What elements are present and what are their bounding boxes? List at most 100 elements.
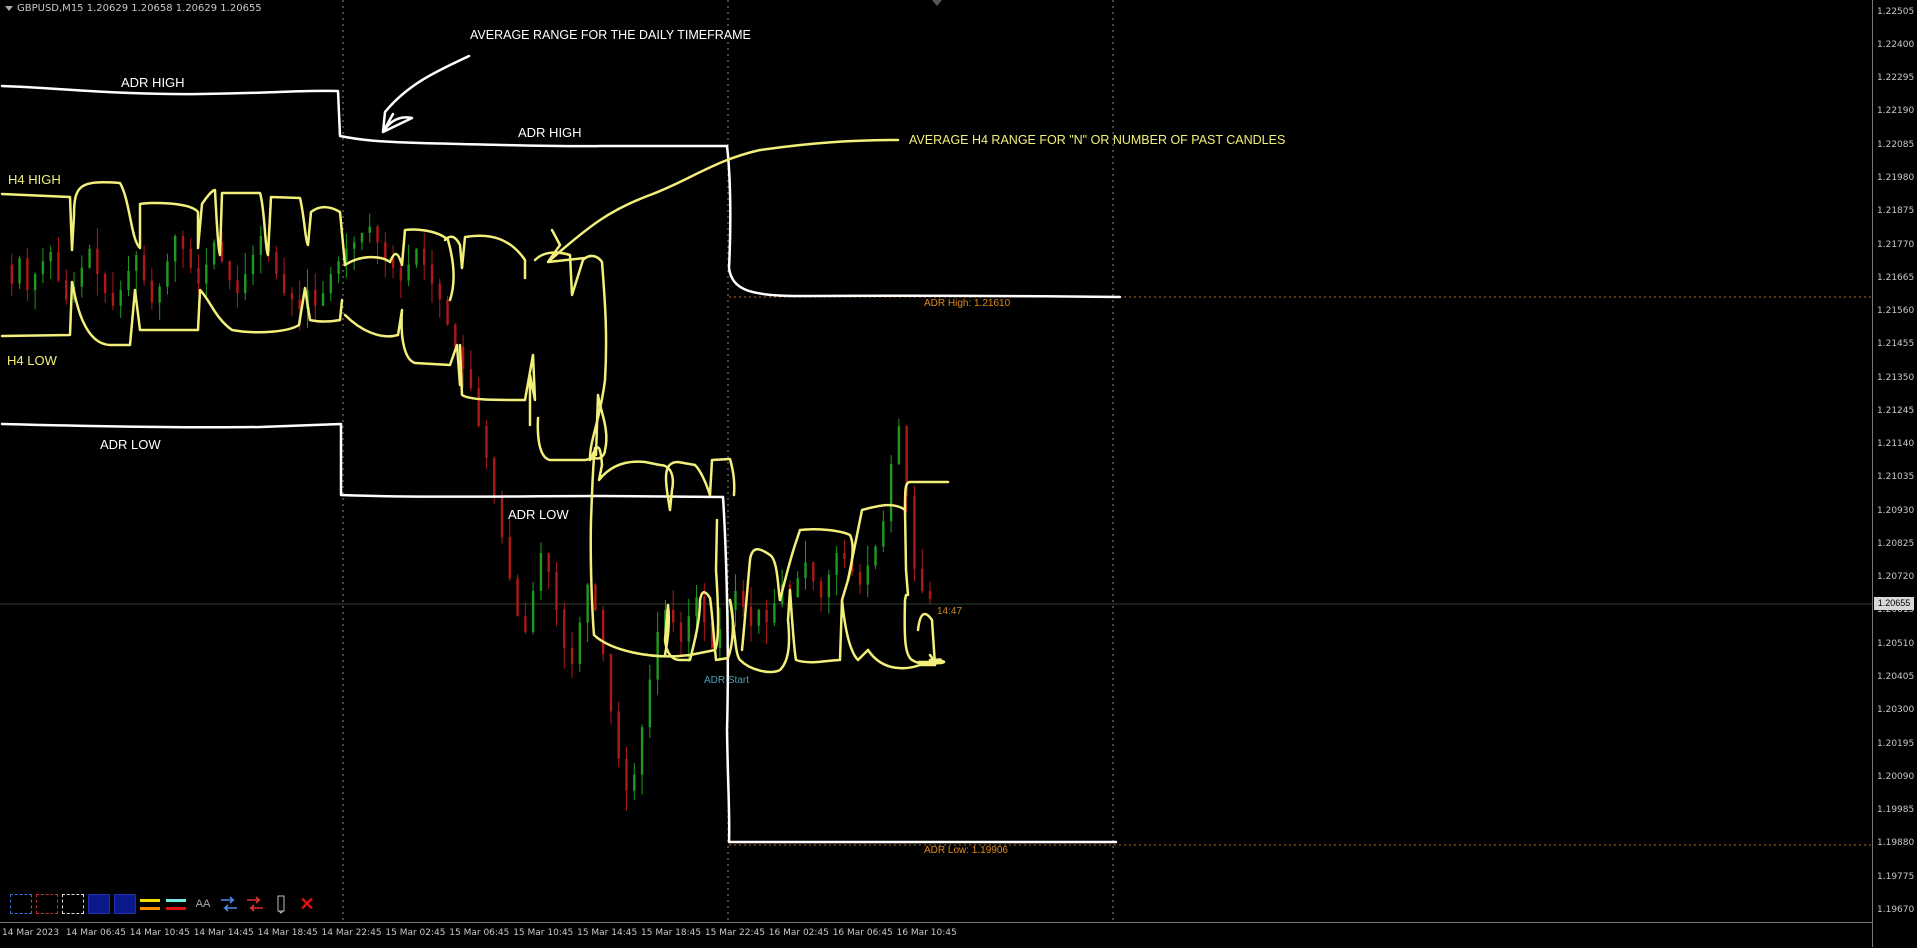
price-tick-label: 1.22190 xyxy=(1877,106,1915,117)
time-tick-label: 15 Mar 22:45 xyxy=(704,928,765,938)
adr-start-label: ADR Start xyxy=(704,675,750,686)
candle-body xyxy=(10,264,13,284)
candle-body xyxy=(376,226,379,243)
price-tick-label: 1.20405 xyxy=(1877,672,1915,683)
adr-high-line-day2 xyxy=(725,144,1122,299)
candle-body xyxy=(835,552,838,576)
annotation-adr-low-1: ADR LOW xyxy=(100,437,161,452)
candle-body xyxy=(205,264,208,284)
candle-body xyxy=(578,622,582,664)
candle-body xyxy=(166,261,169,287)
candle-body xyxy=(882,521,885,547)
drawing-toolbar: AA ✕ xyxy=(10,893,318,915)
candle-body xyxy=(446,299,449,325)
red-arrows-icon[interactable] xyxy=(244,894,266,914)
candle-body xyxy=(500,495,504,538)
price-tick-label: 1.20300 xyxy=(1877,705,1915,716)
candle-body xyxy=(290,293,294,300)
close-icon[interactable]: ✕ xyxy=(296,894,318,914)
candle-body xyxy=(516,578,519,617)
time-tick-label: 14 Mar 06:45 xyxy=(65,928,126,938)
candle-body xyxy=(796,578,799,598)
candle-body xyxy=(244,274,247,294)
time-tick-label: 14 Mar 18:45 xyxy=(257,928,318,938)
candle-body xyxy=(493,457,496,496)
pencil-icon[interactable] xyxy=(270,894,292,914)
time-tick-label: 16 Mar 02:45 xyxy=(768,928,829,938)
time-tick-label: 14 Mar 22:45 xyxy=(321,928,382,938)
candle-body xyxy=(399,267,403,281)
candle-body xyxy=(679,622,683,642)
candle-body xyxy=(555,571,558,610)
candle-body xyxy=(352,242,356,249)
candle-body xyxy=(866,565,869,585)
price-tick-label: 1.22085 xyxy=(1877,139,1915,150)
candle-body xyxy=(251,255,255,275)
candle-body xyxy=(765,609,768,623)
price-tick-label: 1.21140 xyxy=(1877,439,1915,450)
solid-blue-rect-icon-2[interactable] xyxy=(114,894,136,914)
candle-body xyxy=(454,324,457,347)
candle-body xyxy=(889,464,893,522)
candle-body xyxy=(415,248,418,265)
candle-body xyxy=(819,581,823,598)
price-tick-label: 1.19670 xyxy=(1877,904,1915,915)
annotation-adr-high-2: ADR HIGH xyxy=(518,125,582,140)
price-tick-label: 1.21980 xyxy=(1877,173,1915,183)
price-axis[interactable]: 1.22505 1.22400 1.22295 1.22190 1.22085 1.219… xyxy=(1872,0,1917,947)
candle-body xyxy=(913,495,916,569)
candle-body xyxy=(321,293,325,306)
candle-body xyxy=(236,280,239,294)
current-price-badge: 1.20655 xyxy=(1874,597,1914,610)
annotation-h4-low: H4 LOW xyxy=(7,353,57,368)
chart-shift-marker-icon[interactable] xyxy=(932,0,942,6)
candle-body xyxy=(298,299,301,309)
candle-body xyxy=(633,774,636,791)
candle-body xyxy=(609,654,613,712)
annotation-h4-high: H4 HIGH xyxy=(8,172,61,187)
candle-body xyxy=(158,286,161,303)
candle-body xyxy=(135,255,138,271)
dashed-white-rect-icon[interactable] xyxy=(62,894,84,914)
price-tick-label: 1.22505 xyxy=(1877,6,1915,17)
candle-body xyxy=(734,590,737,610)
candle-body xyxy=(181,236,185,249)
price-tick-label: 1.19775 xyxy=(1877,871,1915,882)
yellow-orange-lines-icon[interactable] xyxy=(140,894,162,914)
candle-body xyxy=(212,242,216,265)
candle-body xyxy=(111,293,115,306)
price-tick-label: 1.19880 xyxy=(1877,838,1915,849)
time-tick-label: 15 Mar 18:45 xyxy=(641,928,702,938)
candle-body xyxy=(189,248,192,268)
candle-body xyxy=(928,590,932,599)
time-axis[interactable]: 14 Mar 2023 14 Mar 06:45 14 Mar 10:45 14 Ma… xyxy=(0,922,1872,948)
solid-blue-rect-icon[interactable] xyxy=(88,894,110,914)
blue-arrows-icon[interactable] xyxy=(218,894,240,914)
candle-body xyxy=(531,590,535,633)
annotation-adr-high-1: ADR HIGH xyxy=(121,75,185,90)
candle-body xyxy=(749,606,753,626)
dashed-blue-rect-icon[interactable] xyxy=(10,894,32,914)
price-tick-label: 1.22400 xyxy=(1877,39,1915,50)
candle-body xyxy=(57,251,60,281)
candle-body xyxy=(65,280,68,300)
candle-body xyxy=(695,597,698,617)
candle-body xyxy=(594,584,597,610)
time-tick-label: 15 Mar 10:45 xyxy=(513,928,574,938)
candle-body xyxy=(228,261,231,281)
text-size-icon[interactable]: AA xyxy=(192,894,214,914)
candle-body xyxy=(360,232,364,243)
candle-body xyxy=(88,248,91,268)
price-tick-label: 1.20195 xyxy=(1877,738,1915,749)
price-tick-label: 1.19985 xyxy=(1877,805,1915,816)
handdrawn-adr-lines xyxy=(0,54,1122,844)
candle-body xyxy=(49,251,52,262)
price-tick-label: 1.20720 xyxy=(1877,572,1915,583)
time-tick-label: 15 Mar 02:45 xyxy=(385,928,446,938)
symbol-menu-icon[interactable] xyxy=(5,6,13,11)
chart-area[interactable]: GBPUSD,M15 1.20629 1.20658 1.20629 1.206… xyxy=(0,0,1917,947)
annotation-daily-range: AVERAGE RANGE FOR THE DAILY TIMEFRAME xyxy=(470,28,751,42)
candle-body xyxy=(275,251,278,275)
dashed-red-rect-icon[interactable] xyxy=(36,894,58,914)
cyan-red-lines-icon[interactable] xyxy=(166,894,188,914)
